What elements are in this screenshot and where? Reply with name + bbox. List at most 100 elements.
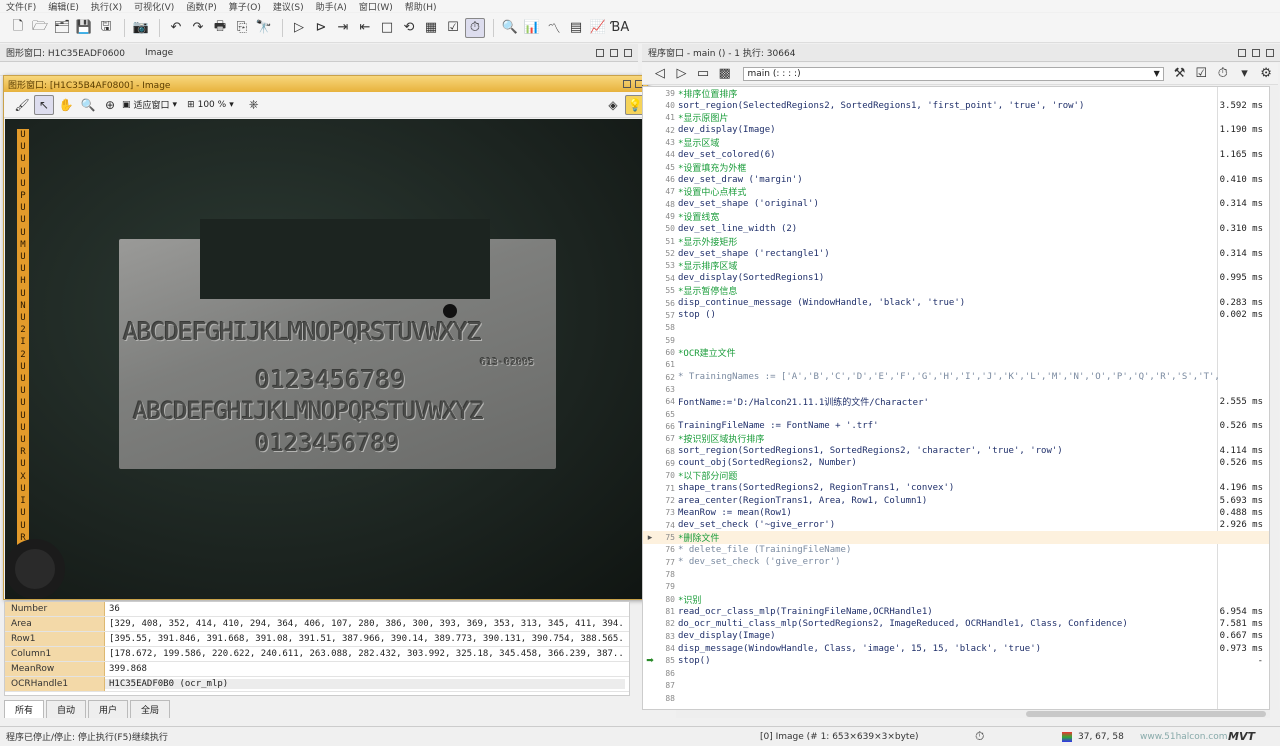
edit-procedure-icon[interactable]: ⚒	[1170, 64, 1190, 84]
code-editor[interactable]: 39 *排序位置排序 40 sort_region(SelectedRegions2,…	[642, 86, 1270, 710]
float-restore-icon[interactable]	[623, 80, 631, 88]
menu-item-4[interactable]: 函数(P)	[186, 0, 216, 13]
code-line[interactable]: 48 dev_set_shape ('original') 0.314 ms	[643, 198, 1269, 210]
code-line[interactable]: 71 shape_trans(SortedRegions2, RegionTran…	[643, 482, 1269, 494]
undo-icon[interactable]: ↶	[166, 18, 186, 38]
code-line[interactable]: 51 *显示外接矩形	[643, 235, 1269, 248]
code-line[interactable]: 47 *设置中心点样式	[643, 186, 1269, 198]
find-icon[interactable]: 🔭	[254, 18, 274, 38]
code-line[interactable]: 39 *排序位置排序	[643, 87, 1269, 100]
code-line[interactable]: 60 *OCR建立文件	[643, 346, 1269, 359]
variable-row[interactable]: OCRHandle1 H1C35EADF0B0 (ocr_mlp)	[5, 677, 629, 692]
magnifier-icon[interactable]: 🔍	[78, 95, 98, 115]
code-line[interactable]: ▸ 75 *删除文件	[643, 531, 1269, 544]
variable-tab-1[interactable]: 自动	[46, 700, 87, 718]
code-line[interactable]: 86	[643, 667, 1269, 679]
checklist-icon[interactable]: ☑	[443, 18, 463, 38]
reset-icon[interactable]: ⟲	[399, 18, 419, 38]
menu-item-9[interactable]: 帮助(H)	[405, 0, 437, 13]
code-line[interactable]: 83 dev_display(Image) 0.667 ms	[643, 630, 1269, 642]
print-icon[interactable]: 🖶	[210, 18, 230, 38]
code-line[interactable]: 43 *显示区域	[643, 136, 1269, 149]
overlay-icon[interactable]: ⎈	[244, 95, 264, 115]
code-line[interactable]: 69 count_obj(SortedRegions2, Number) 0.526…	[643, 457, 1269, 469]
code-line[interactable]: 78	[643, 568, 1269, 580]
code-line[interactable]: 74 dev_set_check ('~give_error') 2.926 ms	[643, 519, 1269, 531]
panel-float-icon[interactable]	[596, 48, 604, 57]
step-into-icon[interactable]: ⇥	[333, 18, 353, 38]
code-line[interactable]: 70 *以下部分问题	[643, 470, 1269, 482]
code-line[interactable]: 88	[643, 692, 1269, 704]
menu-item-6[interactable]: 建议(S)	[273, 0, 304, 13]
code-line[interactable]: 59	[643, 334, 1269, 346]
code-line[interactable]: 46 dev_set_draw ('margin') 0.410 ms	[643, 173, 1269, 185]
code-line[interactable]: 68 sort_region(SortedRegions1, SortedRegi…	[643, 445, 1269, 457]
code-line[interactable]: 55 *显示暂停信息	[643, 285, 1269, 297]
camera-icon[interactable]: 📷	[131, 18, 151, 38]
template-icon[interactable]: ▩	[715, 64, 735, 84]
code-line[interactable]: 41 *显示原图片	[643, 112, 1269, 124]
new-file-icon[interactable]: 🗋	[8, 18, 28, 38]
code-line[interactable]: 49 *设置线宽	[643, 210, 1269, 223]
code-line[interactable]: 80 *识别	[643, 593, 1269, 606]
code-line[interactable]: 50 dev_set_line_width (2) 0.310 ms	[643, 223, 1269, 235]
zoom-in-icon[interactable]: ⊕	[100, 95, 120, 115]
open-example-icon[interactable]: 🗂	[52, 18, 72, 38]
menu-item-0[interactable]: 文件(F)	[6, 0, 36, 13]
back-icon[interactable]: ◁	[650, 64, 670, 84]
prog-max-icon[interactable]	[1252, 48, 1260, 57]
open-file-icon[interactable]: 🗁	[30, 18, 50, 38]
menu-item-8[interactable]: 窗口(W)	[359, 0, 393, 13]
zoom-dropdown[interactable]: ⊞ 100 % ▾	[187, 100, 234, 110]
code-line[interactable]: 45 *设置填充为外框	[643, 161, 1269, 174]
menu-item-3[interactable]: 可视化(V)	[134, 0, 174, 13]
code-line[interactable]: 73 MeanRow := mean(Row1) 0.488 ms	[643, 507, 1269, 519]
code-horizontal-scrollbar[interactable]	[676, 710, 1270, 718]
code-line[interactable]: 87	[643, 680, 1269, 692]
code-line[interactable]: 72 area_center(RegionTrans1, Area, Row1, …	[643, 494, 1269, 506]
forward-icon[interactable]: ▷	[672, 64, 692, 84]
code-line[interactable]: 82 do_ocr_multi_class_mlp(SortedRegions2,…	[643, 618, 1269, 630]
save-all-icon[interactable]: 🖫	[96, 18, 116, 38]
pointer-icon[interactable]: ↖	[34, 94, 54, 115]
code-line[interactable]: 58	[643, 322, 1269, 334]
variable-row[interactable]: Number 36	[5, 602, 629, 617]
code-line[interactable]: 52 dev_set_shape ('rectangle1') 0.314 ms	[643, 247, 1269, 259]
save-icon[interactable]: 💾	[74, 18, 94, 38]
code-line[interactable]: 76 * delete_file (TrainingFileName)	[643, 544, 1269, 556]
redo-icon[interactable]: ↷	[188, 18, 208, 38]
ocr-assistant-icon[interactable]: ƁA	[610, 18, 630, 38]
code-line[interactable]: 63	[643, 383, 1269, 395]
brush-icon[interactable]: 🖌	[12, 95, 32, 115]
stop-icon[interactable]: □	[377, 18, 397, 38]
code-line[interactable]: 79	[643, 581, 1269, 593]
step-back-icon[interactable]: ⇤	[355, 18, 375, 38]
variable-row[interactable]: MeanRow 399.868	[5, 662, 629, 677]
prog-close-icon[interactable]	[1266, 48, 1274, 57]
line-profile-icon[interactable]: 〽	[544, 18, 564, 38]
panel-max-icon[interactable]	[610, 48, 618, 57]
feature-histogram-icon[interactable]: 📈	[588, 18, 608, 38]
layers-icon[interactable]: ◈	[603, 95, 623, 115]
check-icon[interactable]: ☑	[1191, 64, 1211, 84]
image-canvas[interactable]: UUUUUPUUUMUUHUNU2I2UUUUUUURUXUIUURU ABCD…	[5, 119, 646, 599]
gray-histogram-icon[interactable]: ▤	[566, 18, 586, 38]
menu-item-7[interactable]: 助手(A)	[316, 0, 347, 13]
code-line[interactable]: 77 * dev_set_check ('give_error')	[643, 556, 1269, 568]
code-line[interactable]: 54 dev_display(SortedRegions1) 0.995 ms	[643, 272, 1269, 284]
fit-window-dropdown[interactable]: ▣ 适应窗口 ▾	[122, 98, 177, 112]
code-line[interactable]: 44 dev_set_colored(6) 1.165 ms	[643, 149, 1269, 161]
code-line[interactable]: ➡ 85 stop() -	[643, 655, 1269, 667]
code-line[interactable]: 61	[643, 359, 1269, 371]
panel-close-icon[interactable]	[624, 48, 632, 57]
code-line[interactable]: 67 *按识别区域执行排序	[643, 433, 1269, 445]
timer-icon[interactable]: ⏱	[465, 17, 485, 38]
prog-float-icon[interactable]	[1238, 48, 1246, 57]
code-line[interactable]: 64 FontName:='D:/Halcon21.11.1训练的文件/Chara…	[643, 396, 1269, 409]
pan-hand-icon[interactable]: ✋	[56, 95, 76, 115]
menu-item-1[interactable]: 编辑(E)	[48, 0, 79, 13]
variable-row[interactable]: Area [329, 408, 352, 414, 410, 294, 364, …	[5, 617, 629, 632]
code-line[interactable]: 56 disp_continue_message (WindowHandle, '…	[643, 297, 1269, 309]
profiler-icon[interactable]: ▦	[421, 18, 441, 38]
procedure-select[interactable]: main (: : : :) ▼	[742, 66, 1164, 81]
